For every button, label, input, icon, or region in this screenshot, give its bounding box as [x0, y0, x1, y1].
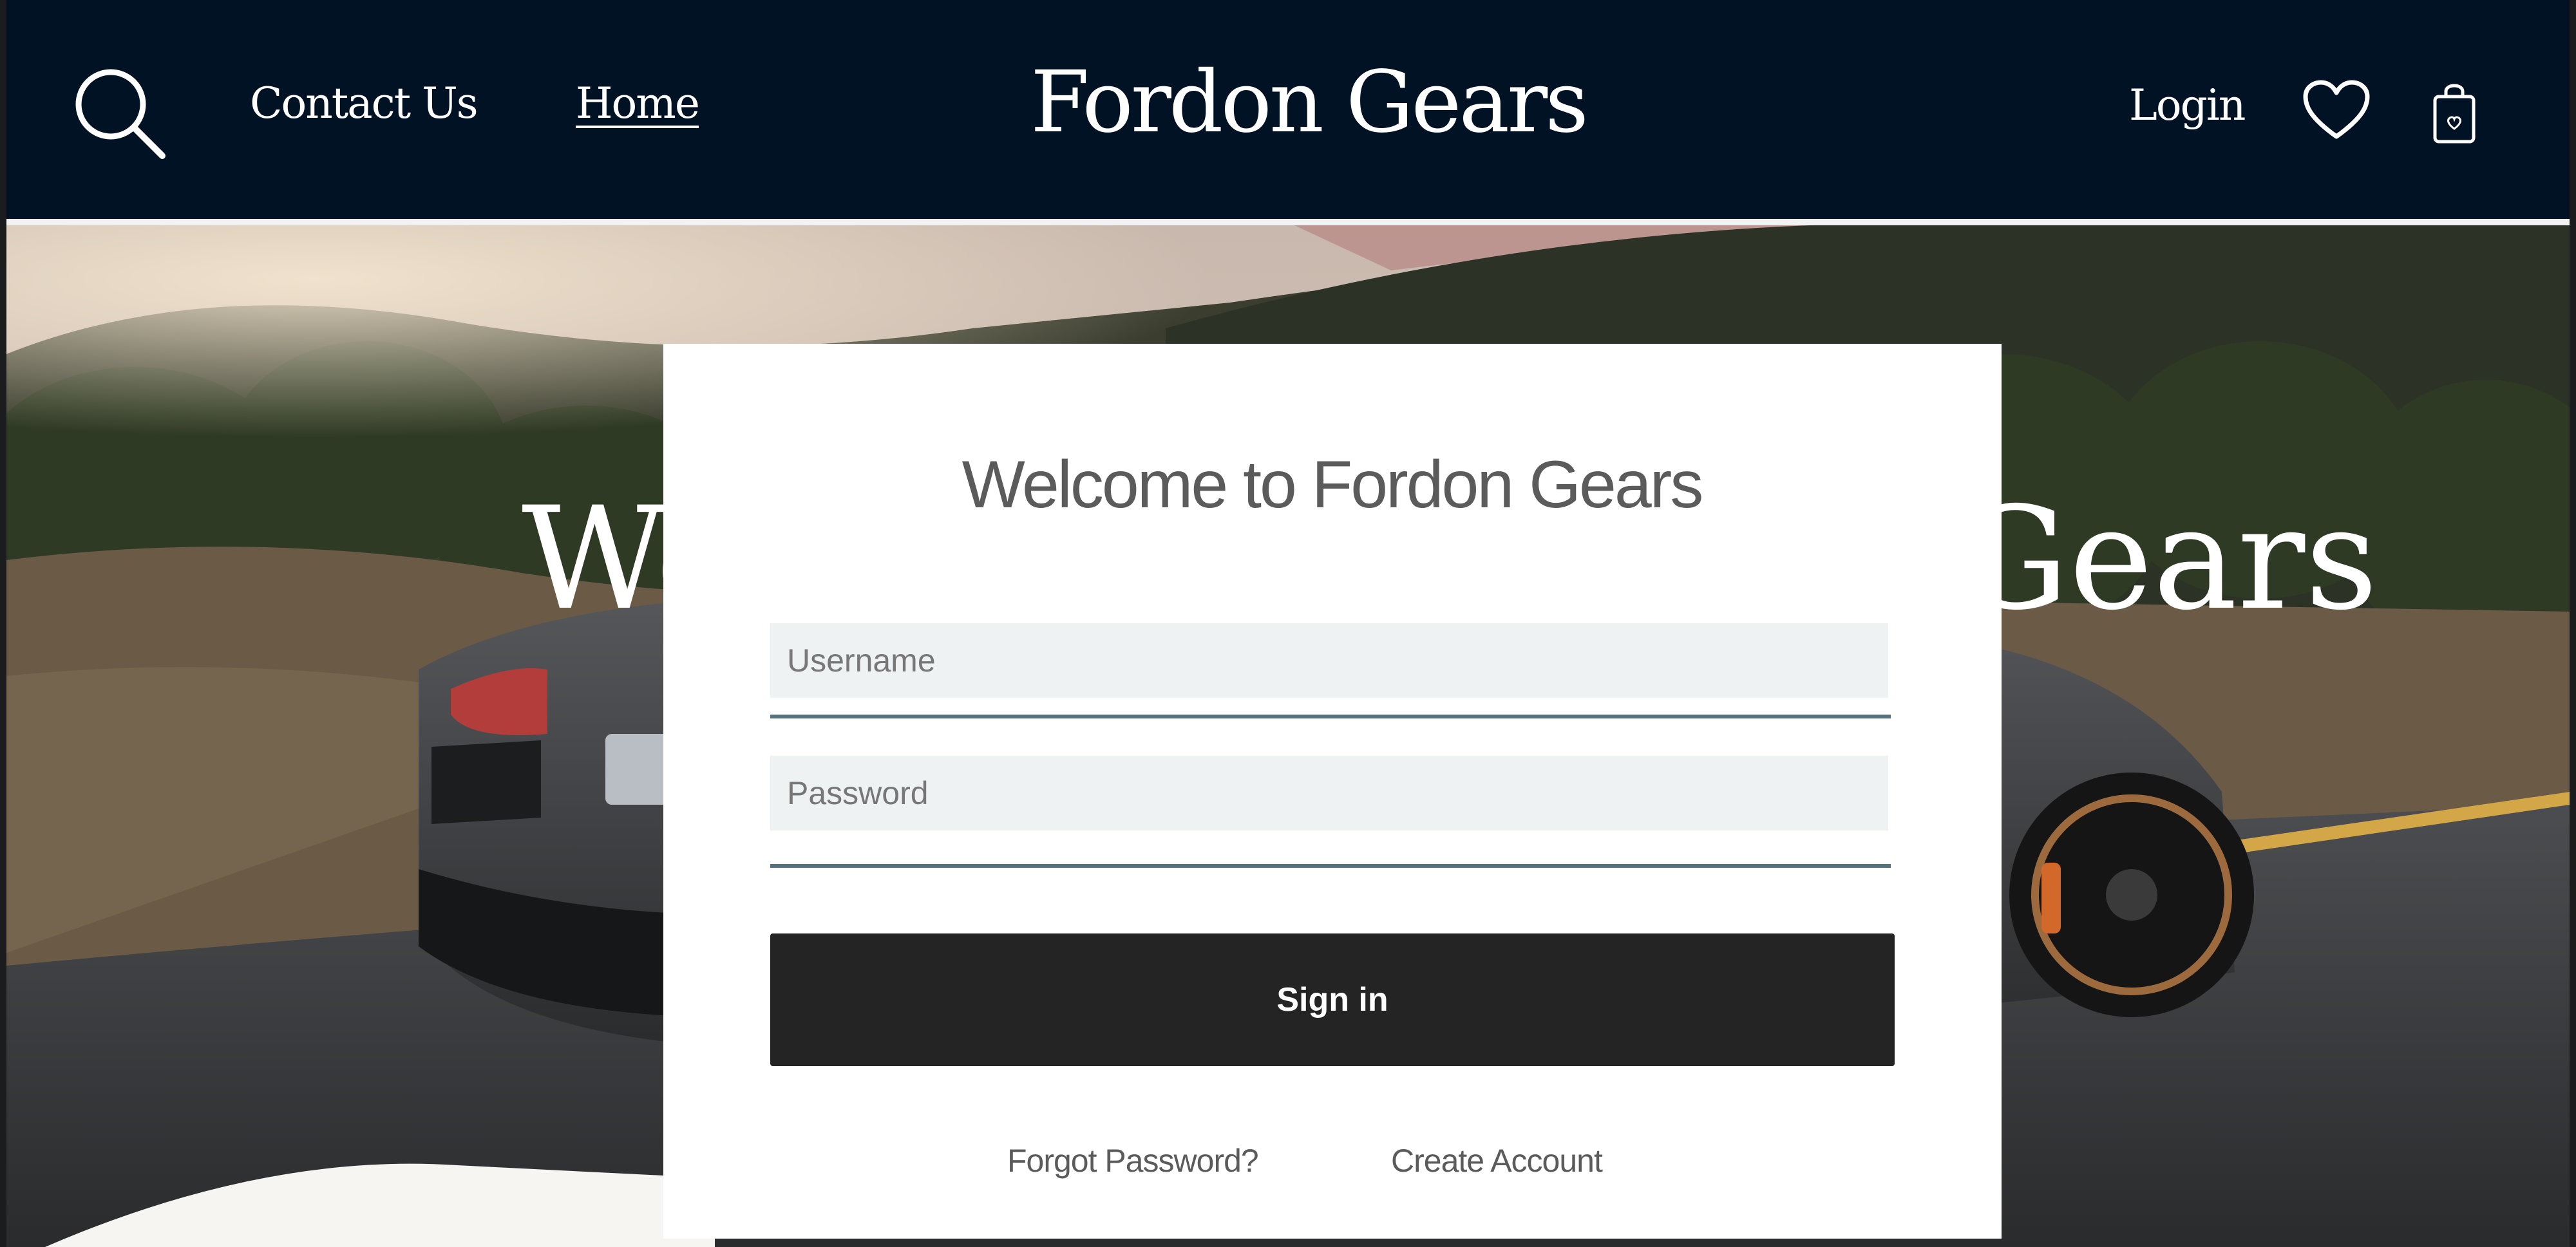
home-link[interactable]: Home: [576, 79, 700, 128]
password-underline: [770, 864, 1891, 868]
forgot-password-link[interactable]: Forgot Password?: [1007, 1142, 1259, 1179]
password-input[interactable]: [770, 756, 1888, 830]
shopping-bag-icon[interactable]: [2432, 77, 2477, 144]
login-link[interactable]: Login: [2129, 80, 2246, 130]
login-card: Welcome to Fordon Gears Sign in Forgot P…: [663, 344, 2002, 1239]
search-icon[interactable]: [71, 64, 167, 161]
contact-us-link[interactable]: Contact Us: [250, 79, 478, 128]
brand-logo[interactable]: Fordon Gears: [1030, 53, 1589, 152]
username-input[interactable]: [770, 623, 1888, 698]
heart-icon[interactable]: [2303, 80, 2370, 142]
login-title: Welcome to Fordon Gears: [961, 447, 1704, 522]
create-account-link[interactable]: Create Account: [1391, 1142, 1603, 1179]
sign-in-button[interactable]: Sign in: [770, 933, 1895, 1066]
username-underline: [770, 715, 1891, 718]
header-divider: [6, 219, 2570, 225]
top-navbar: Contact Us Home Fordon Gears Login: [6, 0, 2570, 219]
